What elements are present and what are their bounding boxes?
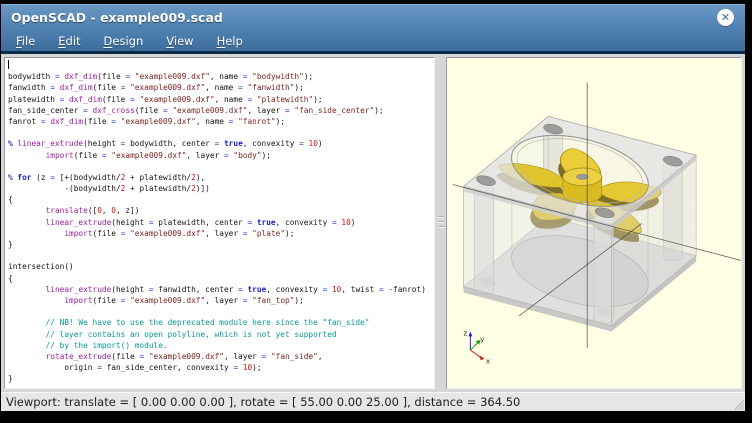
code-line: // layer contains an open polyline, whic…	[8, 329, 434, 340]
code-line: -(bodywidth/2 + platewidth/2)])	[8, 183, 434, 194]
code-line	[8, 161, 434, 172]
code-line	[8, 306, 434, 317]
code-line: {	[8, 194, 434, 205]
code-line: // NB! We have to use the deprecated mod…	[8, 317, 434, 328]
title-bar[interactable]: OpenSCAD - example009.scad ✕	[1, 4, 745, 30]
code-line: fanrot = dxf_dim(file = "example009.dxf"…	[8, 116, 434, 127]
fan-model	[464, 116, 697, 331]
x-axis-label: x	[486, 357, 491, 366]
main-content: bodywidth = dxf_dim(file = "example009.d…	[1, 54, 745, 392]
code-line: rotate_extrude(file = "example009.dxf", …	[8, 351, 434, 362]
viewport-status-text: Viewport: translate = [ 0.00 0.00 0.00 ]…	[1, 395, 520, 409]
code-line: bodywidth = dxf_dim(file = "example009.d…	[8, 71, 434, 82]
code-line: import(file = "example009.dxf", layer = …	[8, 228, 434, 239]
status-bar: Viewport: translate = [ 0.00 0.00 0.00 ]…	[1, 392, 745, 411]
code-line: import(file = "example009.dxf", layer = …	[8, 150, 434, 161]
code-line: {	[8, 273, 434, 284]
close-button[interactable]: ✕	[717, 9, 734, 26]
code-line	[8, 60, 434, 71]
code-line: platewidth = dxf_dim(file = "example009.…	[8, 94, 434, 105]
code-line: import(file = "example009.dxf", layer = …	[8, 295, 434, 306]
code-line: linear_extrude(height = platewidth, cent…	[8, 217, 434, 228]
menu-item-file[interactable]: File	[13, 32, 38, 50]
close-icon: ✕	[721, 12, 730, 23]
window-chrome: OpenSCAD - example009.scad ✕ File Edit Des…	[1, 4, 745, 54]
resize-grip[interactable]	[732, 398, 744, 410]
panel-splitter[interactable]	[435, 57, 446, 389]
viewport-panel[interactable]: z y x	[446, 57, 742, 389]
code-line: fanwidth = dxf_dim(file = "example009.dx…	[8, 82, 434, 93]
splitter-grip-icon	[438, 216, 444, 231]
code-line: fan_side_center = dxf_cross(file = "exam…	[8, 105, 434, 116]
code-line: origin = fan_side_center, convexity = 10…	[8, 362, 434, 373]
code-line: intersection()	[8, 261, 434, 272]
code-line: % linear_extrude(height = bodywidth, cen…	[8, 138, 434, 149]
code-line: // by the import() module.	[8, 340, 434, 351]
window-title: OpenSCAD - example009.scad	[1, 10, 223, 25]
z-axis-label: z	[464, 328, 468, 337]
code-line: }	[8, 239, 434, 250]
code-line	[8, 127, 434, 138]
menu-item-edit[interactable]: Edit	[55, 32, 83, 50]
app-window: OpenSCAD - example009.scad ✕ File Edit Des…	[1, 4, 745, 411]
3d-view: z y x	[447, 58, 741, 388]
code-line: translate([0, 0, z])	[8, 205, 434, 216]
code-editor[interactable]: bodywidth = dxf_dim(file = "example009.d…	[5, 58, 434, 384]
y-axis-label: y	[480, 334, 485, 343]
menu-item-design[interactable]: Design	[101, 32, 147, 50]
menu-item-view[interactable]: View	[163, 32, 196, 50]
code-line: % for (z = [+(bodywidth/2 + platewidth/2…	[8, 172, 434, 183]
code-line: }	[8, 373, 434, 384]
axis-indicator: z y x	[464, 328, 491, 365]
editor-panel: bodywidth = dxf_dim(file = "example009.d…	[4, 57, 435, 389]
menu-item-help[interactable]: Help	[214, 32, 246, 50]
code-line	[8, 250, 434, 261]
menu-bar: File Edit Design View Help	[1, 30, 745, 51]
code-line: linear_extrude(height = fanwidth, center…	[8, 284, 434, 295]
